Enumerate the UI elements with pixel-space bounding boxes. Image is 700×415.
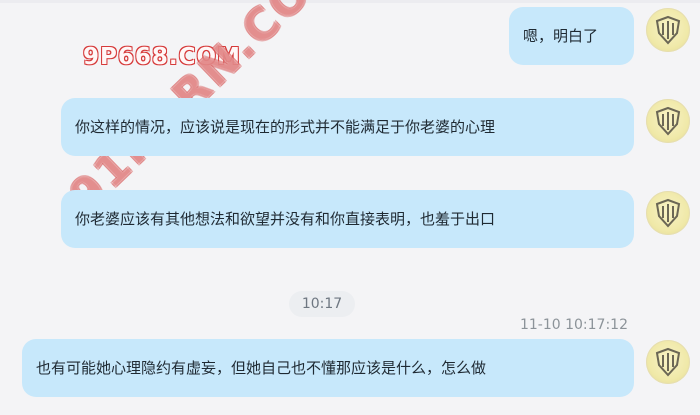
message-text: 你这样的情况，应该说是现在的形式并不能满足于你老婆的心理: [75, 118, 496, 136]
message-bubble-4[interactable]: 也有可能她心理隐约有虚妄，但她自己也不懂那应该是什么，怎么做: [22, 339, 634, 397]
crest-icon: [655, 198, 681, 228]
crest-icon: [655, 15, 681, 45]
separator-time: 10:17: [301, 296, 343, 312]
message-bubble-1[interactable]: 嗯，明白了: [509, 7, 634, 65]
message-text: 你老婆应该有其他想法和欲望并没有和你直接表明，也羞于出口: [75, 210, 496, 228]
message-timestamp: 11-10 10:17:12: [519, 317, 628, 333]
site-watermark: 9P668.COM: [83, 44, 241, 70]
avatar[interactable]: [646, 191, 690, 235]
crest-icon: [655, 347, 681, 377]
crest-icon: [655, 106, 681, 136]
avatar[interactable]: [646, 8, 690, 52]
avatar[interactable]: [646, 99, 690, 143]
message-text: 嗯，明白了: [523, 27, 599, 45]
message-text: 也有可能她心理隐约有虚妄，但她自己也不懂那应该是什么，怎么做: [36, 359, 487, 377]
avatar[interactable]: [646, 340, 690, 384]
message-bubble-3[interactable]: 你老婆应该有其他想法和欲望并没有和你直接表明，也羞于出口: [61, 190, 634, 248]
top-divider: [0, 0, 700, 3]
time-separator: 10:17: [289, 291, 355, 317]
message-bubble-2[interactable]: 你这样的情况，应该说是现在的形式并不能满足于你老婆的心理: [61, 98, 634, 156]
